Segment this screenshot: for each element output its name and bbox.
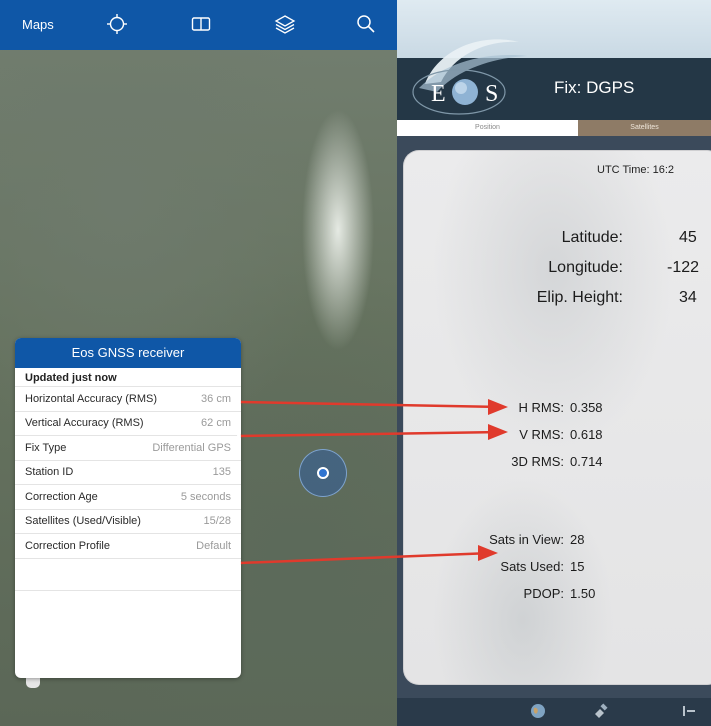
3d-rms-value: 0.714 bbox=[570, 454, 603, 469]
elip-height-label: Elip. Height: bbox=[536, 289, 623, 306]
v-rms-label: V RMS: bbox=[519, 427, 564, 442]
more-icon[interactable] bbox=[679, 702, 699, 720]
maps-title[interactable]: Maps bbox=[22, 17, 54, 32]
longitude-label: Longitude: bbox=[548, 259, 623, 276]
v-rms-value: 0.618 bbox=[570, 427, 603, 442]
gnss-row-horizontal-accuracy: Horizontal Accuracy (RMS) 36 cm bbox=[15, 386, 241, 411]
tab-position[interactable]: Position bbox=[397, 120, 578, 136]
3d-rms-label: 3D RMS: bbox=[511, 454, 564, 469]
gnss-row-satellites: Satellites (Used/Visible) 15/28 bbox=[15, 508, 241, 534]
current-location-marker[interactable] bbox=[299, 449, 347, 497]
gnss-updated-status: Updated just now bbox=[25, 372, 117, 384]
gnss-row-fix-type: Fix Type Differential GPS bbox=[15, 435, 241, 460]
longitude-value: -122 bbox=[667, 259, 700, 276]
gnss-row-vertical-accuracy: Vertical Accuracy (RMS) 62 cm bbox=[15, 410, 241, 436]
row-value: Default bbox=[196, 539, 231, 552]
maps-toolbar: Maps bbox=[0, 0, 397, 50]
gnss-row-empty bbox=[15, 589, 241, 622]
row-value: 15/28 bbox=[203, 515, 231, 528]
map-book-icon[interactable] bbox=[188, 11, 214, 37]
gnss-row-correction-profile[interactable]: Correction Profile Default bbox=[15, 533, 241, 558]
position-card bbox=[403, 150, 711, 685]
h-rms-value: 0.358 bbox=[570, 400, 603, 415]
h-rms-label: H RMS: bbox=[518, 400, 565, 415]
globe-icon[interactable] bbox=[528, 702, 548, 720]
sats-used-value: 15 bbox=[570, 559, 585, 574]
row-label: Vertical Accuracy (RMS) bbox=[25, 417, 144, 430]
sats-in-view-value: 28 bbox=[570, 532, 585, 547]
search-icon[interactable] bbox=[353, 11, 379, 37]
row-value: 135 bbox=[212, 466, 231, 479]
fix-status: Fix: DGPS bbox=[554, 78, 635, 97]
elip-height-value: 34 bbox=[679, 289, 697, 306]
pdop-label: PDOP: bbox=[523, 586, 564, 601]
gnss-row-correction-age: Correction Age 5 seconds bbox=[15, 484, 241, 509]
sats-used-label: Sats Used: bbox=[500, 559, 564, 574]
logo-letter-s: S bbox=[485, 81, 498, 107]
utc-time: UTC Time: 16:2 bbox=[597, 164, 675, 176]
satellite-icon[interactable] bbox=[591, 702, 611, 720]
gnss-row-empty bbox=[15, 557, 241, 590]
gnss-row-station-id: Station ID 135 bbox=[15, 459, 241, 485]
row-value: 36 cm bbox=[201, 392, 231, 405]
row-label: Correction Age bbox=[25, 490, 98, 503]
logo-letter-e: E bbox=[431, 81, 446, 107]
row-label: Horizontal Accuracy (RMS) bbox=[25, 392, 158, 405]
eos-tools-pane: E S Fix: DGPS Position Satellites UTC Ti… bbox=[397, 0, 711, 726]
sats-in-view-label: Sats in View: bbox=[489, 532, 564, 547]
row-label: Station ID bbox=[25, 466, 74, 479]
layers-icon[interactable] bbox=[272, 11, 298, 37]
row-label: Satellites (Used/Visible) bbox=[25, 515, 141, 528]
latitude-label: Latitude: bbox=[561, 229, 623, 246]
row-value: 62 cm bbox=[201, 417, 231, 430]
row-value: Differential GPS bbox=[152, 441, 231, 454]
gnss-receiver-panel: Eos GNSS receiver Updated just now Horiz… bbox=[15, 338, 241, 678]
row-label: Fix Type bbox=[25, 441, 67, 454]
tab-satellites[interactable]: Satellites bbox=[578, 120, 711, 136]
eos-bottom-toolbar bbox=[397, 698, 711, 726]
row-label: Correction Profile bbox=[25, 539, 110, 552]
eos-logo-icon: E S bbox=[412, 39, 527, 115]
row-value: 5 seconds bbox=[180, 490, 231, 503]
pdop-value: 1.50 bbox=[570, 586, 596, 601]
gnss-panel-title: Eos GNSS receiver bbox=[15, 338, 241, 368]
location-icon[interactable] bbox=[104, 11, 130, 37]
eos-tab-bar: Position Satellites bbox=[397, 120, 711, 136]
latitude-value: 45 bbox=[679, 229, 697, 246]
